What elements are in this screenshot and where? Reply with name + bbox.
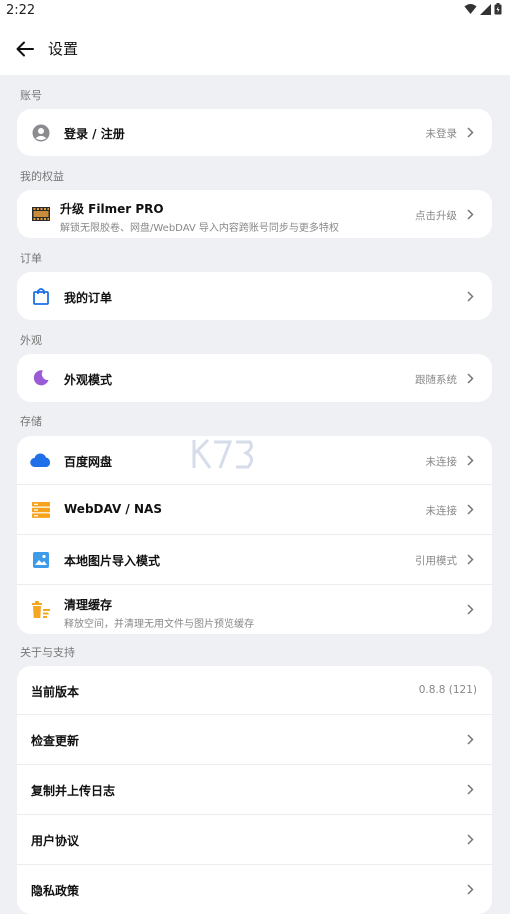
check-update-row[interactable]: 检查更新 [17,714,492,764]
about-card: 当前版本 0.8.8 (121) 检查更新 复制并上传日志 用户协议 隐私政策 [17,666,492,914]
baidu-netdisk-label: 百度网盘 [64,455,113,469]
clear-cache-label: 清理缓存 [64,598,113,612]
login-register-row[interactable]: 登录 / 注册 未登录 [17,109,492,156]
account-card: 登录 / 注册 未登录 [17,109,492,156]
status-bar: 2:22 [0,0,510,22]
clear-cache-row[interactable]: 清理缓存 释放空间，并清理无用文件与图片预览缓存 [17,584,492,634]
webdav-nas-label: WebDAV / NAS [64,502,162,516]
webdav-nas-status: 未连接 [425,505,458,517]
version-number: 0.8.8 (121) [418,684,477,696]
chevron-right-icon [464,733,476,745]
film-strip-icon [30,203,52,225]
chevron-right-icon [464,126,476,138]
upgrade-pro-row[interactable]: 升级 Filmer PRO 解锁无限胶卷、网盘/WebDAV 导入内容跨账号同步… [17,190,492,238]
signal-icon [480,3,491,15]
webdav-nas-row[interactable]: WebDAV / NAS 未连接 [17,484,492,534]
chevron-right-icon [464,833,476,845]
current-version-row: 当前版本 0.8.8 (121) [17,666,492,714]
chevron-right-icon [464,883,476,895]
moon-icon [30,367,52,389]
trash-icon [30,599,52,621]
app-bar: 设置 [0,22,510,75]
arrow-left-icon [16,41,34,57]
section-label-benefits: 我的权益 [20,170,64,183]
chevron-right-icon [464,454,476,466]
storage-card: 百度网盘 未连接 WebDAV / NAS 未连接 本地图片导入模式 引用模式 … [17,436,492,634]
chevron-right-icon [464,372,476,384]
local-image-import-value: 引用模式 [415,555,457,567]
orders-card: 我的订单 [17,272,492,320]
status-icons [464,3,502,15]
privacy-policy-label: 隐私政策 [31,884,80,898]
local-image-import-row[interactable]: 本地图片导入模式 引用模式 [17,534,492,584]
login-register-label: 登录 / 注册 [64,127,125,141]
chevron-right-icon [464,603,476,615]
appearance-mode-label: 外观模式 [64,373,113,387]
wifi-icon [464,4,477,14]
chevron-right-icon [464,290,476,302]
section-label-storage: 存储 [20,415,42,428]
benefits-card: 升级 Filmer PRO 解锁无限胶卷、网盘/WebDAV 导入内容跨账号同步… [17,190,492,238]
chevron-right-icon [464,503,476,515]
shopping-bag-icon [30,285,52,307]
my-orders-label: 我的订单 [64,291,113,305]
copy-upload-log-row[interactable]: 复制并上传日志 [17,764,492,814]
check-update-label: 检查更新 [31,734,80,748]
appearance-mode-value: 跟随系统 [415,374,457,386]
chevron-right-icon [464,553,476,565]
section-label-orders: 订单 [20,252,42,265]
chevron-right-icon [464,783,476,795]
server-icon [30,499,52,521]
page-title: 设置 [48,40,79,58]
section-label-appearance: 外观 [20,334,42,347]
upgrade-pro-label: 升级 Filmer PRO [60,202,164,216]
back-button[interactable] [12,36,38,62]
clear-cache-description: 释放空间，并清理无用文件与图片预览缓存 [64,619,254,630]
upgrade-pro-description: 解锁无限胶卷、网盘/WebDAV 导入内容跨账号同步与更多特权 [60,223,339,234]
upgrade-action: 点击升级 [415,210,457,222]
chevron-right-icon [464,208,476,220]
user-icon [30,122,52,144]
local-image-import-label: 本地图片导入模式 [64,554,161,568]
current-version-label: 当前版本 [31,685,80,699]
battery-icon [494,3,502,15]
copy-upload-log-label: 复制并上传日志 [31,784,116,798]
image-icon [30,549,52,571]
user-agreement-row[interactable]: 用户协议 [17,814,492,864]
login-status: 未登录 [425,128,458,140]
user-agreement-label: 用户协议 [31,834,80,848]
appearance-mode-row[interactable]: 外观模式 跟随系统 [17,354,492,402]
section-label-account: 账号 [20,89,42,102]
status-time: 2:22 [6,3,36,18]
appearance-card: 外观模式 跟随系统 [17,354,492,402]
baidu-netdisk-status: 未连接 [425,456,458,468]
section-label-about: 关于与支持 [20,646,75,659]
cloud-icon [30,449,52,471]
baidu-netdisk-row[interactable]: 百度网盘 未连接 [17,436,492,484]
my-orders-row[interactable]: 我的订单 [17,272,492,320]
